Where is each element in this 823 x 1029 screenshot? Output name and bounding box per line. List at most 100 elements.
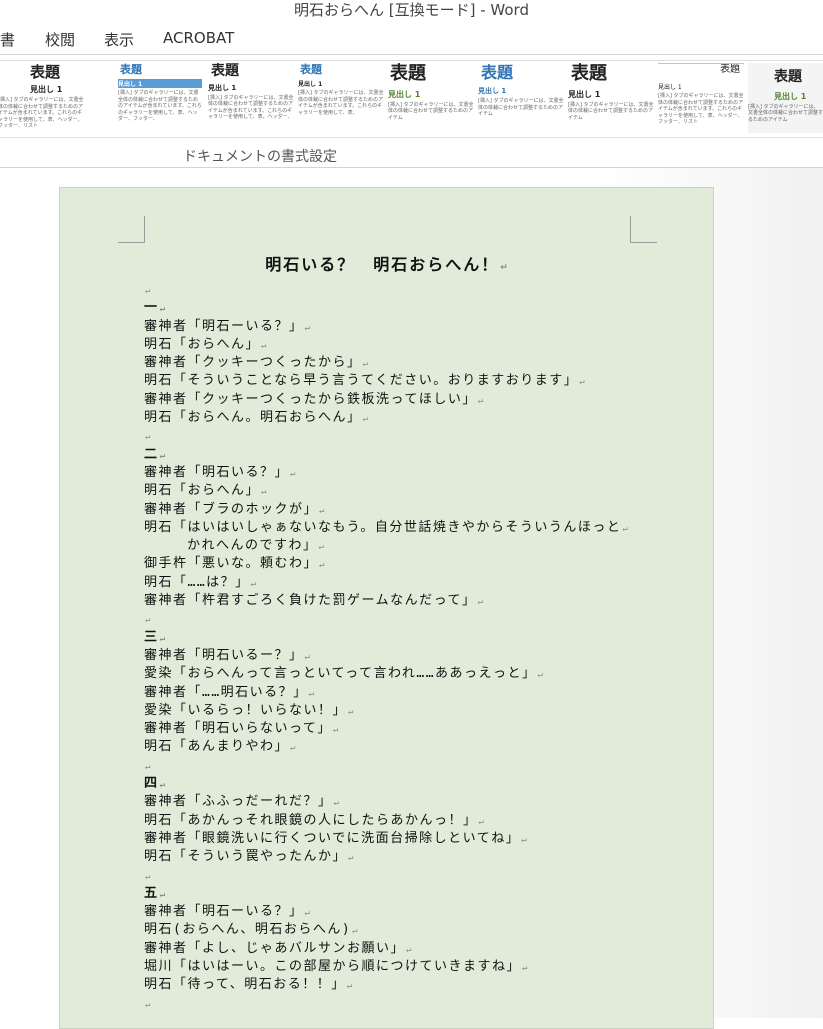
document-line: 五↵ [144,885,664,903]
document-line: 堀川「はいはーい。この部屋から順につけていきますね」↵ [144,958,664,976]
document-page[interactable]: 明石いる？ 明石おらへん！↵ ↵ 一↵ 審神者「明石ーいる？」↵ 明石「おらへん」↵ 審… [59,187,714,1029]
document-line: 審神者「明石いるー？」↵ [144,647,664,665]
tab-view[interactable]: 表示 [104,29,134,50]
thumb-title: 表題 [571,63,607,84]
document-line: ↵ [144,867,664,885]
document-line: 三↵ [144,629,664,647]
document-line: 明石「そういう罠やったんか」↵ [144,848,664,866]
document-line: 審神者「クッキーつくったから鉄板洗ってほしい」↵ [144,391,664,409]
document-line-text: 審神者「明石ーいる？」 [144,904,304,920]
thumb-title: 表題 [720,64,740,75]
document-line-text: 審神者「明石いる？」 [144,464,290,480]
document-line: 審神者「明石いる？」↵ [144,464,664,482]
document-line-text: 明石「待って、明石おる！！」 [144,977,346,993]
thumb-title: 表題 [120,63,142,76]
thumb-body: [挿入] タブのギャラリーには、文書全体の体裁に合わせて調整するためのアイテムが… [298,90,384,116]
document-line: 明石「待って、明石おる！！」↵ [144,976,664,994]
paragraph-mark-icon: ↵ [319,505,325,516]
document-body[interactable]: ↵ 一↵ 審神者「明石ーいる？」↵ 明石「おらへん」↵ 審神者「クッキーつくったから」↵… [144,281,664,1013]
style-set-thumbnail[interactable]: 表題 見出し 1 [挿入] タブのギャラリーには、文書全体の体裁に合わせて調整す… [568,63,654,133]
document-line-text: 一 [144,300,159,316]
thumb-body: [挿入] タブのギャラリーには、文書全体の体裁に合わせて調整するためのアイテム [748,103,823,123]
paragraph-mark-icon: ↵ [362,414,368,425]
document-line-text: 明石「おらへん」 [144,336,261,352]
style-set-gallery: 表題 見出し 1 [挿入] タブのギャラリーには、文書全体の体裁に合わせて調整す… [0,60,823,138]
document-line: 御手杵「悪いな。頼むわ」↵ [144,555,664,573]
document-line: ↵ [144,757,664,775]
document-line-text: 御手杵「悪いな。頼むわ」 [144,556,319,572]
paragraph-mark-icon: ↵ [308,688,315,699]
document-line-text: 四 [144,776,159,792]
style-set-thumbnail[interactable]: 表題 見出し 1 [挿入] タブのギャラリーには、文書全体の体裁に合わせて調整す… [0,63,84,133]
paragraph-mark-icon: ↵ [145,615,151,626]
document-line-text: 審神者「眼鏡洗いに行くついでに洗面台掃除しといてね」 [144,830,521,846]
paragraph-mark-icon: ↵ [521,834,527,845]
paragraph-mark-icon: ↵ [145,761,151,772]
paragraph-mark-icon: ↵ [290,468,296,479]
document-line-text: 明石「おらへん。明石おらへん」 [144,410,362,426]
document-line: ↵ [144,281,664,299]
document-line-text: 明石「あかんっそれ眼鏡の人にしたらあかんっ！」 [144,812,478,828]
document-line: 明石「そういうことなら早う言うてください。おりますおります」↵ [144,372,664,390]
style-set-thumbnail[interactable]: 表題 見出し 1 [挿入] タブのギャラリーには、文書全体の体裁に合わせて調整す… [298,63,384,133]
document-line: 明石「おらへん」↵ [144,336,664,354]
document-line: 審神者「明石ーいる？」↵ [144,318,664,336]
thumb-body: [挿入] タブのギャラリーには、文書全体の体裁に合わせて調整するためのアイテム [478,98,564,118]
thumb-heading: 見出し 1 [568,89,601,99]
document-line: 審神者「明石いらないって」↵ [144,720,664,738]
thumb-title: 表題 [481,63,514,82]
document-line: 明石「はいはいしゃぁないなもう。自分世話焼きやからそういうんほっと↵ [144,519,664,537]
document-line: かれへんのですわ」↵ [144,537,664,555]
document-line-text: かれへんのですわ」 [187,538,318,554]
thumb-heading: 見出し 1 [774,91,807,101]
style-set-thumbnail[interactable]: 表題 見出し 1 [挿入] タブのギャラリーには、文書全体の体裁に合わせて調整す… [208,63,294,133]
thumb-body: [挿入] タブのギャラリーには、文書全体の体裁に合わせて調整するためのアイテム [568,101,654,121]
document-line-text: 五 [144,885,159,901]
document-line: 審神者「ふふっだーれだ？」↵ [144,793,664,811]
document-line: 明石「あかんっそれ眼鏡の人にしたらあかんっ！」↵ [144,812,664,830]
paragraph-mark-icon: ↵ [348,853,354,864]
ribbon-group-label: ドキュメントの書式設定 [183,149,337,165]
paragraph-mark-icon: ↵ [159,450,165,461]
thumb-body: [挿入] タブのギャラリーには、文書全体の体裁に合わせて調整するためのアイテムが… [208,94,294,121]
document-line-text: 審神者「ふふっだーれだ？」 [144,794,333,810]
document-line: 審神者「明石ーいる？」↵ [144,903,664,921]
paragraph-mark-icon: ↵ [579,377,585,388]
document-line-text: 審神者「よし、じゃあバルサンお願い」 [144,940,406,956]
style-set-thumbnail[interactable]: 表題 見出し 1 [挿入] タブのギャラリーには、文書全体の体裁に合わせて調整す… [388,63,474,133]
document-line-text: 審神者「クッキーつくったから」 [144,355,362,371]
paragraph-mark-icon: ↵ [319,560,325,571]
paragraph-mark-icon: ↵ [304,322,310,333]
tab-review[interactable]: 校閲 [45,29,75,50]
thumb-heading: 見出し 1 [298,81,323,89]
document-line: 愛染「いるらっ！いらない！」↵ [144,702,664,720]
thumb-heading: 見出し 1 [658,84,682,91]
paragraph-mark-icon: ↵ [537,670,543,681]
tab-references[interactable]: 書 [0,29,15,50]
document-line-text: 明石「そういうことなら早う言うてください。おりますおります」 [144,373,579,389]
thumb-title: 表題 [774,69,802,85]
document-line: ↵ [144,995,664,1013]
window-title: 明石おらへん [互換モード] - Word [294,1,529,19]
style-set-thumbnail[interactable]: 表題 見出し 1 [挿入] タブのギャラリーには、文書全体の体裁に合わせて調整す… [748,63,823,133]
document-line: ↵ [144,427,664,445]
tab-acrobat[interactable]: ACROBAT [163,29,234,47]
thumb-body: [挿入] タブのギャラリーには、文書全体の体裁に合わせて調整するためのアイテムが… [658,93,744,125]
style-set-thumbnail[interactable]: 表題 見出し 1 [挿入] タブのギャラリーには、文書全体の体裁に合わせて調整す… [658,63,744,134]
paragraph-mark-icon: ↵ [145,432,151,443]
style-set-thumbnail[interactable]: 表題 見出し 1 [挿入] タブのギャラリーには、文書全体の体裁に合わせて調整す… [478,63,564,133]
paragraph-mark-icon: ↵ [622,523,628,534]
document-line: 審神者「杵君すごろく負けた罰ゲームなんだって」↵ [144,592,664,610]
style-set-thumbnail[interactable]: 表題 見出し 1 [挿入] タブのギャラリーには、文書全体の体裁に合わせて調整す… [118,63,202,133]
paragraph-mark-icon: ↵ [346,981,353,992]
paragraph-mark-icon: ↵ [406,944,412,955]
document-line-text: 審神者「明石いらないって」 [144,721,332,737]
paragraph-mark-icon: ↵ [145,999,151,1010]
document-line-text: 三 [144,629,159,645]
paragraph-mark-icon: ↵ [500,263,508,273]
document-line-text: 審神者「明石ーいる？」 [144,318,304,334]
document-line: 審神者「よし、じゃあバルサンお願い」↵ [144,940,664,958]
thumb-heading: 見出し 1 [208,83,237,92]
thumb-heading: 見出し 1 [30,85,63,94]
paragraph-mark-icon: ↵ [290,743,296,754]
